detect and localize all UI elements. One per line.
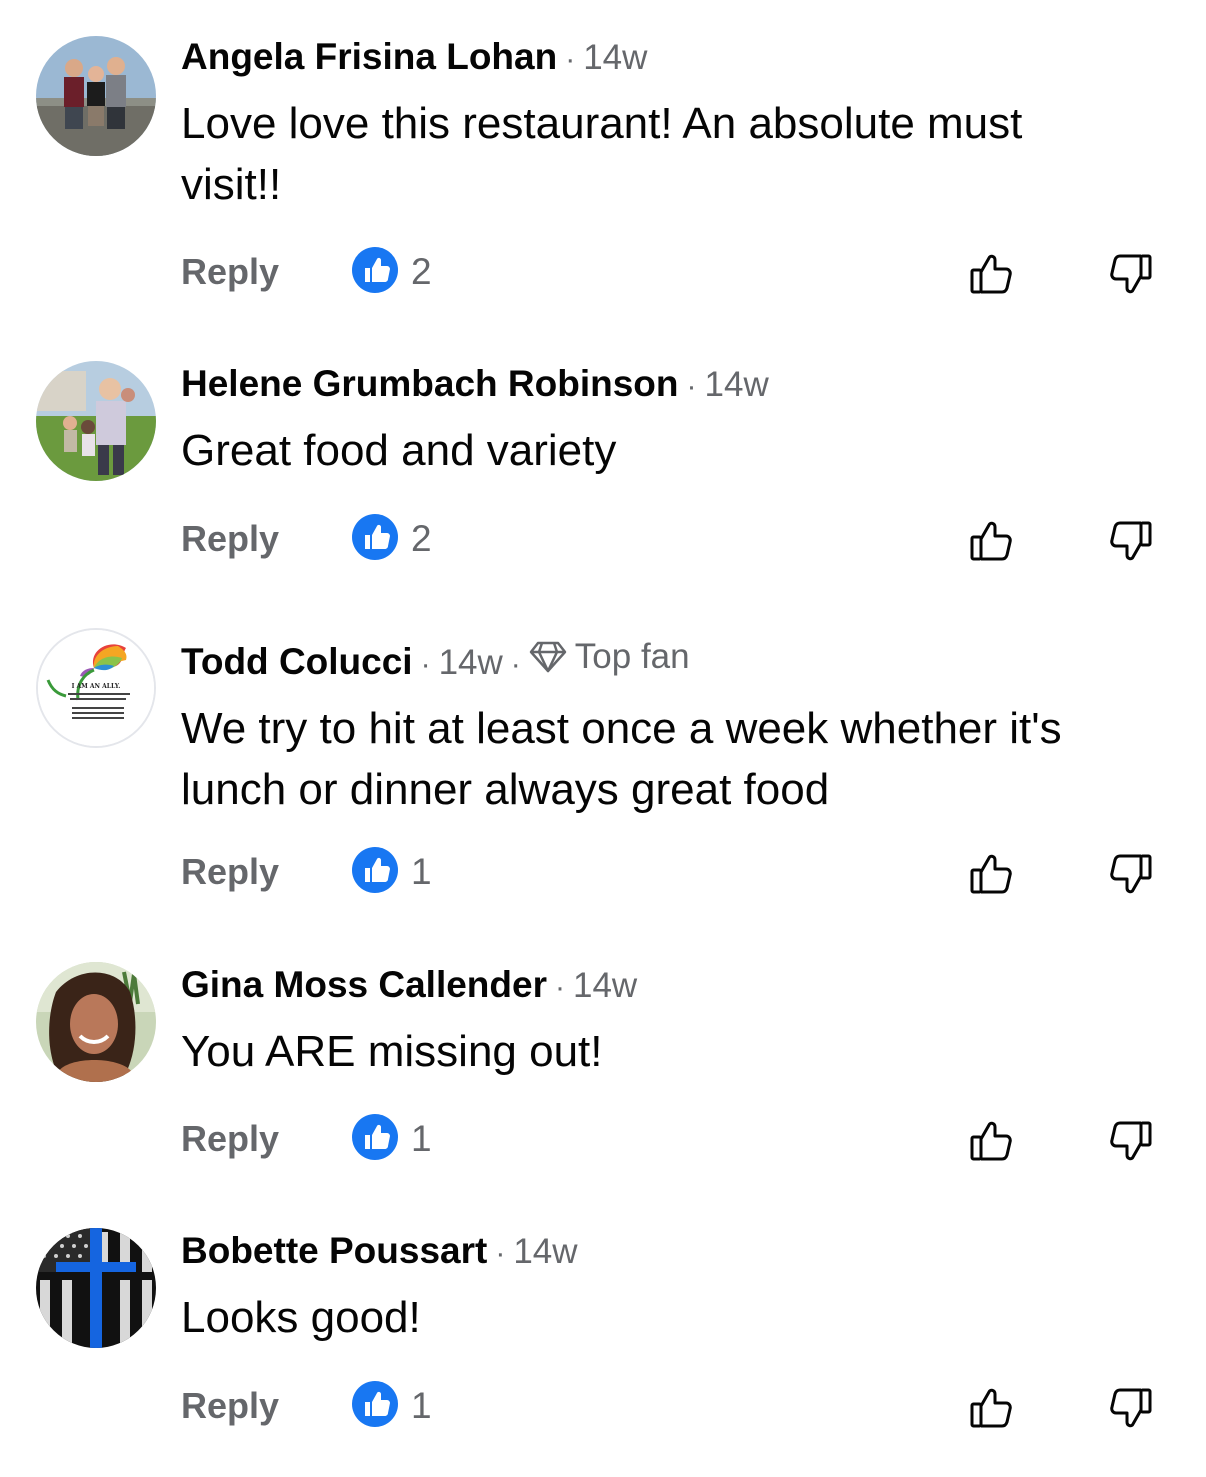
like-count: 2	[411, 518, 432, 559]
reaction-summary[interactable]: 1	[351, 846, 432, 899]
reaction-summary[interactable]: 2	[351, 513, 432, 566]
comment-author[interactable]: Angela Frisina Lohan	[181, 36, 557, 77]
comment-text: You ARE missing out!	[181, 1027, 603, 1076]
thumbs-down-icon[interactable]	[1106, 850, 1154, 898]
avatar[interactable]	[36, 361, 156, 481]
thumbs-down-icon[interactable]	[1106, 517, 1154, 565]
avatar-logo-text: I AM AN ALLY.	[72, 683, 121, 690]
comment-text: We try to hit at least once a week wheth…	[181, 704, 1062, 814]
like-badge-icon	[351, 1113, 399, 1166]
comment-header: Bobette Poussart · 14w	[181, 1228, 1146, 1277]
thumbs-up-icon[interactable]	[968, 517, 1016, 565]
comment-actions: Reply 2	[181, 242, 1166, 302]
comment-header: Todd Colucci · 14w · Top fan	[181, 634, 1146, 688]
like-badge-icon	[351, 846, 399, 899]
thumbs-down-icon[interactable]	[1106, 1384, 1154, 1432]
thumbs-up-icon[interactable]	[968, 250, 1016, 298]
thumbs-up-icon[interactable]	[968, 1384, 1016, 1432]
reaction-summary[interactable]: 1	[351, 1380, 432, 1433]
comment-author[interactable]: Helene Grumbach Robinson	[181, 363, 679, 404]
reply-button[interactable]: Reply	[181, 518, 351, 560]
separator-dot: ·	[510, 648, 521, 681]
comment-header: Angela Frisina Lohan · 14w	[181, 34, 1146, 83]
top-fan-badge[interactable]: Top fan	[529, 634, 690, 680]
avatar[interactable]	[36, 1228, 156, 1348]
separator-dot: ·	[495, 1237, 506, 1270]
separator-dot: ·	[555, 971, 565, 1004]
comment-actions: Reply 1	[181, 842, 1166, 902]
comment-time[interactable]: 14w	[583, 38, 647, 77]
comment-time[interactable]: 14w	[573, 966, 637, 1005]
comment-actions: Reply 1	[181, 1109, 1166, 1169]
comment-actions: Reply 1	[181, 1376, 1166, 1436]
comment-actions: Reply 2	[181, 509, 1166, 569]
avatar[interactable]	[36, 36, 156, 156]
separator-dot: ·	[420, 648, 431, 681]
like-badge-icon	[351, 513, 399, 566]
comment-header: Gina Moss Callender · 14w	[181, 962, 1146, 1011]
like-badge-icon	[351, 246, 399, 299]
like-count: 2	[411, 251, 432, 292]
top-fan-label: Top fan	[574, 637, 690, 676]
avatar[interactable]	[36, 962, 156, 1082]
comment-author[interactable]: Bobette Poussart	[181, 1230, 487, 1271]
comment-text: Great food and variety	[181, 426, 617, 475]
separator-dot: ·	[565, 43, 576, 76]
reply-button[interactable]: Reply	[181, 1118, 351, 1160]
avatar[interactable]: I AM AN ALLY.	[36, 628, 156, 748]
comment-text: Looks good!	[181, 1293, 421, 1342]
reaction-summary[interactable]: 2	[351, 246, 432, 299]
thumbs-down-icon[interactable]	[1106, 1117, 1154, 1165]
comment-text: Love love this restaurant! An absolute m…	[181, 99, 1023, 209]
comment-header: Helene Grumbach Robinson · 14w	[181, 361, 1146, 410]
comment-author[interactable]: Todd Colucci	[181, 641, 413, 682]
comment-time[interactable]: 14w	[439, 643, 503, 682]
reply-button[interactable]: Reply	[181, 1385, 351, 1427]
thumbs-up-icon[interactable]	[968, 850, 1016, 898]
comment-author[interactable]: Gina Moss Callender	[181, 964, 547, 1005]
reply-button[interactable]: Reply	[181, 251, 351, 293]
like-count: 1	[411, 1118, 432, 1159]
separator-dot: ·	[686, 370, 697, 403]
comment-time[interactable]: 14w	[705, 365, 769, 404]
like-count: 1	[411, 1385, 432, 1426]
thumbs-up-icon[interactable]	[968, 1117, 1016, 1165]
like-count: 1	[411, 851, 432, 892]
comment-time[interactable]: 14w	[513, 1232, 577, 1271]
diamond-icon	[529, 641, 567, 673]
thumbs-down-icon[interactable]	[1106, 250, 1154, 298]
like-badge-icon	[351, 1380, 399, 1433]
reaction-summary[interactable]: 1	[351, 1113, 432, 1166]
reply-button[interactable]: Reply	[181, 851, 351, 893]
